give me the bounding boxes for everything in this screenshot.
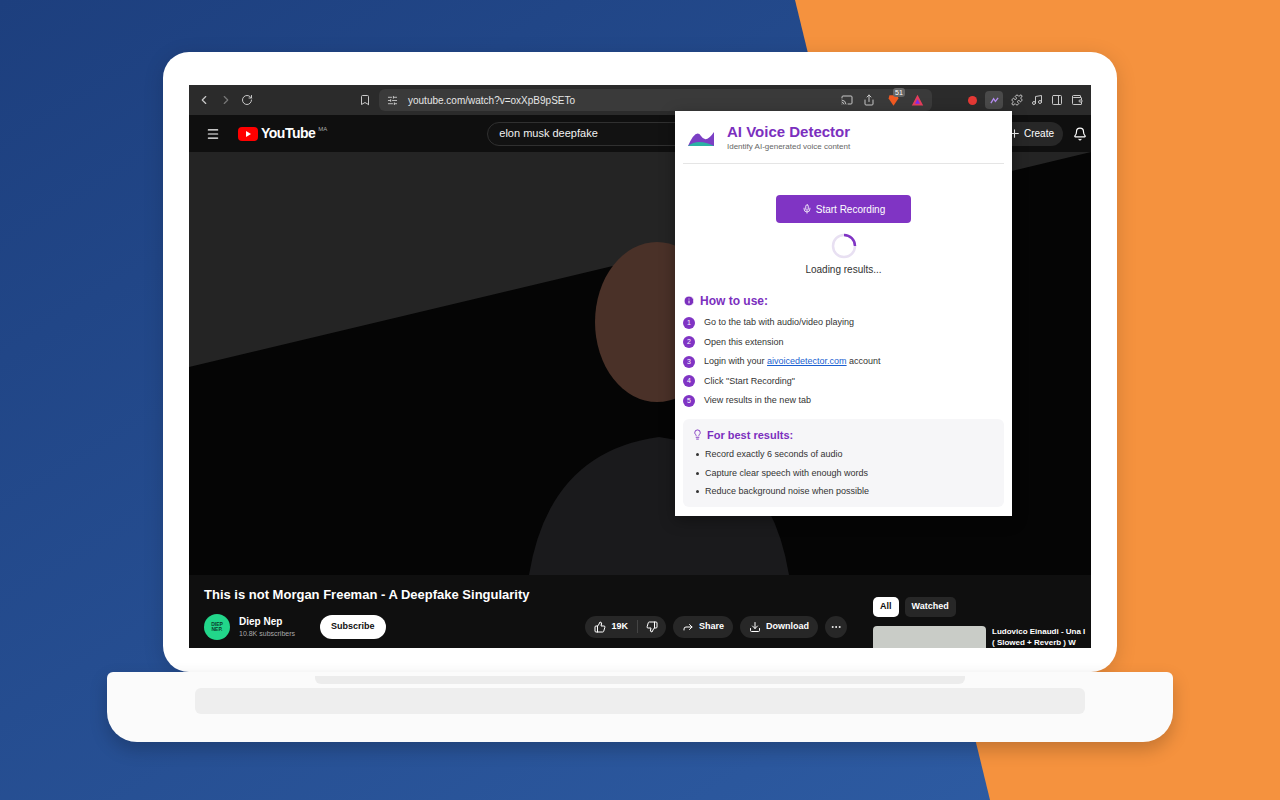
step-item: 4Click "Start Recording" <box>683 375 1004 389</box>
back-icon <box>197 93 211 107</box>
suggested-title: ( Slowed + Reverb ) W <box>992 637 1085 648</box>
channel-name[interactable]: Diep Nep <box>239 614 295 629</box>
watch-info: This is not Morgan Freeman - A Deepfake … <box>189 575 1091 648</box>
share-icon <box>863 94 875 106</box>
site-settings-icon <box>387 95 398 106</box>
dislike-button[interactable] <box>638 621 666 633</box>
hinge-notch <box>315 676 965 684</box>
step-item: 5View results in the new tab <box>683 394 1004 408</box>
step-item: 3Login with your aivoicedetector.com acc… <box>683 355 1004 369</box>
extensions-icon <box>1011 94 1023 106</box>
tip-item: Record exactly 6 seconds of audio <box>692 448 995 462</box>
account-link[interactable]: aivoicedetector.com <box>767 356 847 366</box>
mic-icon <box>802 204 812 214</box>
tips-box: For best results: Record exactly 6 second… <box>683 419 1004 507</box>
how-to-title: How to use: <box>700 292 768 310</box>
shields-badge: 51 <box>893 88 905 97</box>
address-bar[interactable]: youtube.com/watch?v=oxXpB9pSETo 51 <box>379 89 932 111</box>
tip-item: Capture clear speech with enough words <box>692 467 995 481</box>
extension-popup: AI Voice DetectorIdentify AI-generated v… <box>675 111 1012 516</box>
step-number: 5 <box>683 395 695 407</box>
popup-subtitle: Identify AI-generated voice content <box>727 141 850 153</box>
sidebar-icon <box>1051 94 1063 106</box>
keyboard-area <box>195 688 1085 714</box>
thumbs-up-icon <box>594 621 606 633</box>
filter-chip[interactable]: All <box>873 597 899 617</box>
tips-title: For best results: <box>707 427 793 444</box>
video-title: This is not Morgan Freeman - A Deepfake … <box>204 585 847 605</box>
tip-item: Reduce background noise when possible <box>692 485 995 499</box>
voice-detector-extension-button[interactable] <box>985 91 1003 109</box>
step-number: 2 <box>683 336 695 348</box>
forward-icon <box>219 93 233 107</box>
suggested-title: Ludovico Einaudi - Una I <box>992 626 1085 637</box>
steps-list: 1Go to the tab with audio/video playing 2… <box>683 316 1004 408</box>
filter-chip[interactable]: Watched <box>905 597 956 617</box>
subscriber-count: 10.8K subscribers <box>239 629 295 640</box>
step-item: 1Go to the tab with audio/video playing <box>683 316 1004 330</box>
shields-button[interactable]: 51 <box>885 92 901 108</box>
screen: youtube.com/watch?v=oxXpB9pSETo51YouTube… <box>189 85 1091 648</box>
app-logo-icon <box>686 126 716 150</box>
channel-avatar[interactable]: DIEP NEP. <box>204 614 230 640</box>
subscribe-button[interactable]: Subscribe <box>320 615 386 639</box>
like-button[interactable]: 19K <box>585 620 638 634</box>
step-number: 3 <box>683 356 695 368</box>
more-button[interactable] <box>825 616 847 638</box>
suggested-video[interactable]: Ludovico Einaudi - Una I( Slowed + Rever… <box>873 626 1091 648</box>
wallet-icon <box>1071 94 1083 106</box>
url-text: youtube.com/watch?v=oxXpB9pSETo <box>408 93 831 108</box>
loading-text: Loading results... <box>805 262 881 277</box>
step-number: 4 <box>683 375 695 387</box>
download-icon <box>749 621 761 633</box>
laptop-lid: youtube.com/watch?v=oxXpB9pSETo51YouTube… <box>163 52 1117 672</box>
menu-icon <box>206 127 220 141</box>
thumbs-down-icon <box>646 621 658 633</box>
youtube-logo[interactable]: YouTubeMA <box>238 123 327 144</box>
reload-icon <box>241 94 253 106</box>
loading-spinner-icon <box>831 233 857 259</box>
youtube-play-icon <box>238 127 258 141</box>
step-number: 1 <box>683 317 695 329</box>
download-button[interactable]: Download <box>740 616 818 638</box>
rewards-triangle-icon[interactable] <box>911 94 924 107</box>
notifications-icon <box>1073 127 1087 141</box>
recorder-extension-icon[interactable] <box>968 96 977 105</box>
bookmark-icon <box>359 94 371 106</box>
share-button[interactable]: Share <box>673 616 733 638</box>
more-icon <box>830 621 842 633</box>
share-arrow-icon <box>682 621 694 633</box>
step-item: 2Open this extension <box>683 336 1004 350</box>
media-icon <box>1031 94 1043 106</box>
info-icon <box>683 295 695 307</box>
page: youtube.com/watch?v=oxXpB9pSETo51YouTube… <box>0 0 1280 800</box>
voice-wave-icon <box>990 96 999 105</box>
laptop-base <box>107 672 1173 742</box>
popup-title: AI Voice Detector <box>727 123 850 141</box>
cast-icon <box>841 94 853 106</box>
popup-header: AI Voice DetectorIdentify AI-generated v… <box>683 111 1004 164</box>
region-code: MA <box>318 125 327 134</box>
lightbulb-icon <box>692 429 703 440</box>
like-dislike-group: 19K <box>585 616 666 638</box>
start-recording-button[interactable]: Start Recording <box>776 195 911 223</box>
suggested-thumbnail <box>873 626 986 648</box>
